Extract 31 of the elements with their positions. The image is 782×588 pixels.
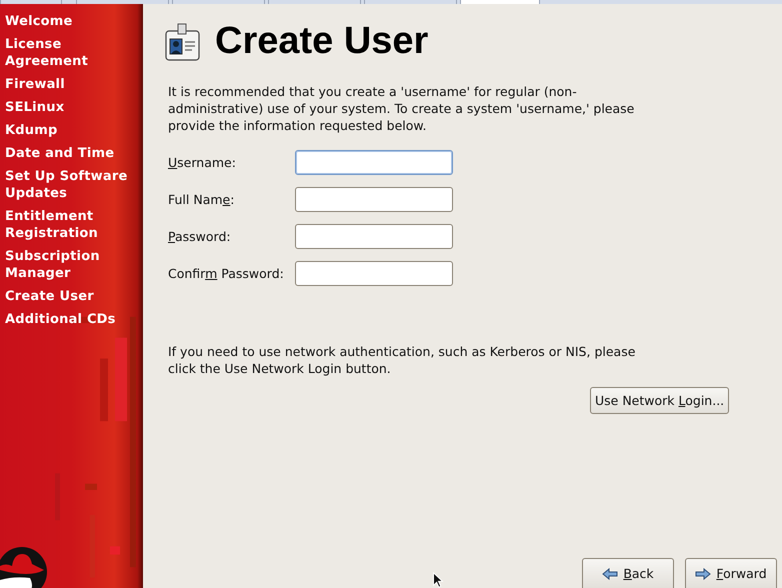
- forward-button[interactable]: Forward: [685, 558, 777, 588]
- sidebar-item: Welcome: [5, 13, 74, 30]
- sidebar-item: Additional CDs: [5, 311, 117, 328]
- field-label: Confirm Password:: [168, 266, 285, 281]
- input-field[interactable]: [295, 224, 453, 249]
- back-button[interactable]: Back: [582, 558, 674, 588]
- input-field[interactable]: [295, 187, 453, 212]
- sidebar-item: Entitlement Registration: [5, 208, 99, 242]
- sidebar-item: Create User: [5, 288, 95, 305]
- sidebar-item: Firewall: [5, 76, 66, 93]
- network-login-button[interactable]: Use Network Login...: [590, 387, 730, 414]
- field-label: Password:: [168, 229, 232, 244]
- right-arrow-icon: [695, 568, 712, 580]
- tab[interactable]: [0, 0, 62, 4]
- sidebar-item: Subscription Manager: [5, 248, 101, 282]
- network-note-text: If you need to use network authentication, such as Kerberos or NIS, please click the Use Network Login button.: [168, 343, 636, 377]
- sidebar-item: Kdump: [5, 122, 58, 139]
- field-label: Full Name:: [168, 192, 236, 207]
- id-card-icon: [165, 22, 201, 60]
- mouse-pointer-icon: [432, 572, 444, 588]
- intro-text: It is recommended that you create a 'username' for regular (non-administrative) use of your system. To create a system 'username,' please provide the information requested below.: [168, 83, 636, 134]
- field-label: Username:: [168, 155, 237, 170]
- sidebar-item: SELinux: [5, 99, 66, 116]
- input-field[interactable]: [295, 261, 453, 286]
- page-title: Create User: [215, 20, 428, 63]
- sidebar-item: Date and Time: [5, 145, 116, 162]
- sidebar-item: Set Up Software Updates: [5, 168, 128, 202]
- tab[interactable]: [76, 0, 169, 4]
- left-arrow-icon: [602, 568, 618, 580]
- input-field[interactable]: [295, 150, 453, 175]
- sidebar-item: License Agreement: [5, 36, 90, 70]
